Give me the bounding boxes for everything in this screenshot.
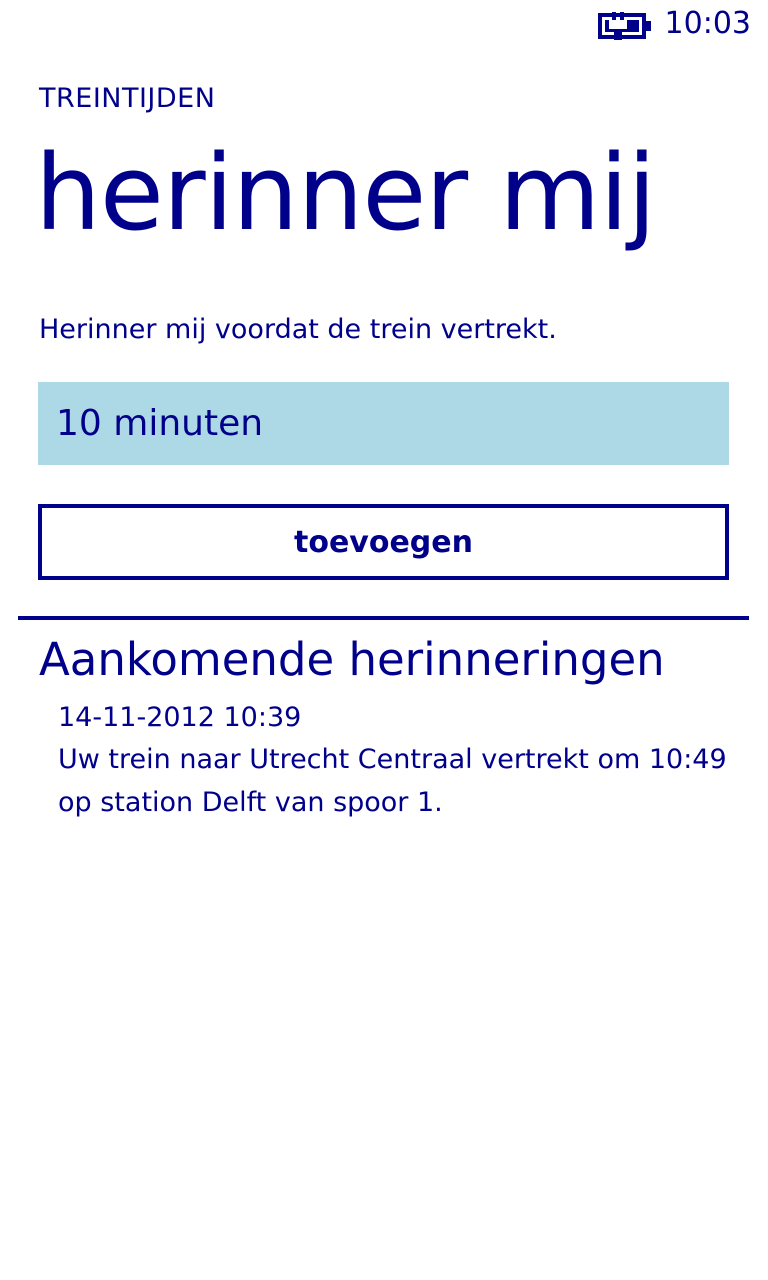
minutes-picker[interactable]: 10 minuten — [38, 382, 729, 465]
reminder-list: 14-11-2012 10:39 Uw trein naar Utrecht C… — [58, 698, 738, 824]
instruction-text: Herinner mij voordat de trein vertrekt. — [39, 314, 557, 345]
reminder-item[interactable]: 14-11-2012 10:39 Uw trein naar Utrecht C… — [58, 698, 738, 824]
reminder-message: Uw trein naar Utrecht Centraal vertrekt … — [58, 744, 727, 818]
section-divider — [18, 616, 749, 620]
app-title: TREINTIJDEN — [39, 83, 216, 114]
reminder-datetime: 14-11-2012 10:39 — [58, 702, 302, 733]
status-bar: 10:03 — [0, 0, 768, 50]
status-clock: 10:03 — [664, 6, 751, 41]
add-button[interactable]: toevoegen — [38, 504, 729, 580]
upcoming-reminders-heading: Aankomende herinneringen — [39, 633, 665, 686]
page-title: herinner mij — [35, 132, 656, 254]
battery-charging-icon — [598, 12, 651, 40]
